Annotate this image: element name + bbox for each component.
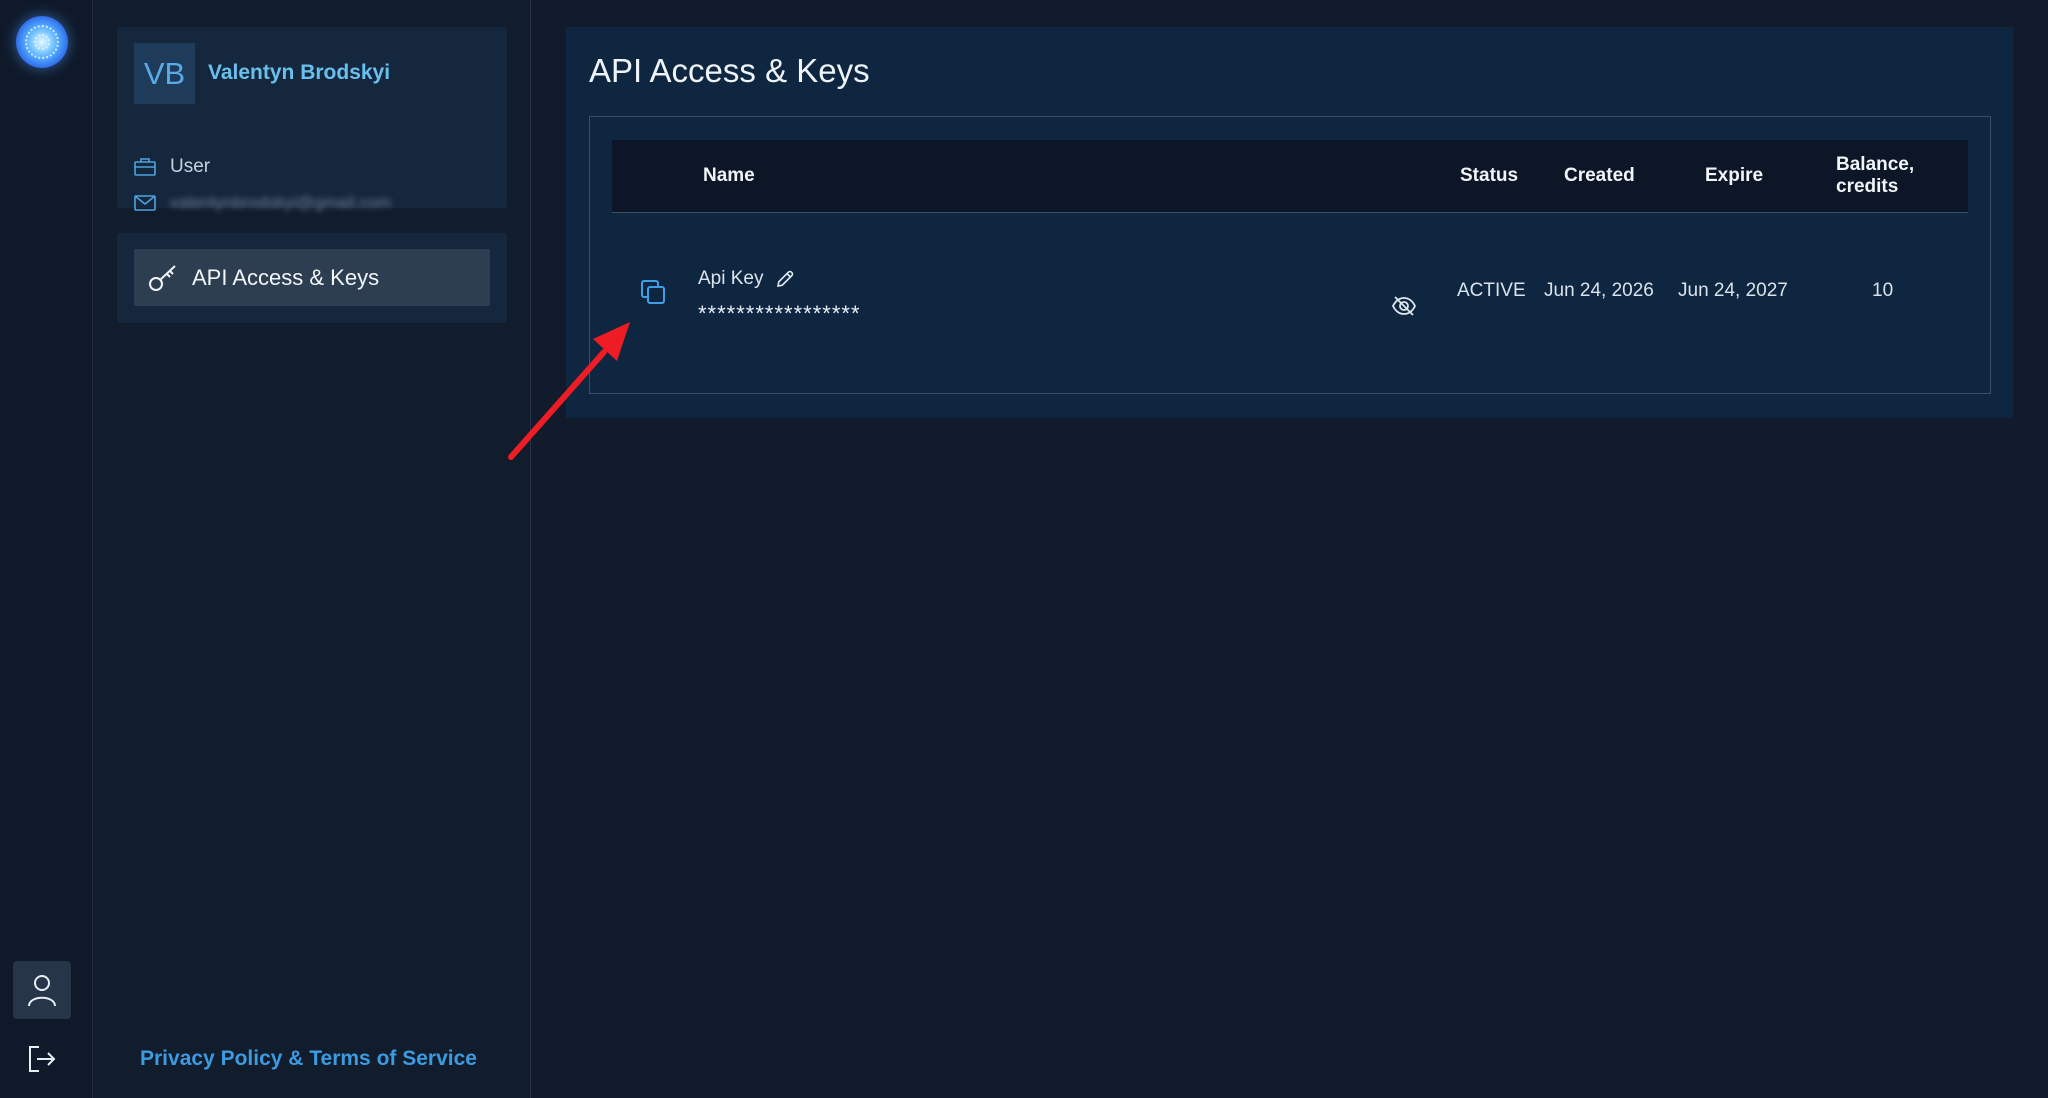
- balance-cell: 10: [1872, 280, 1894, 301]
- nav-card: API Access & Keys: [117, 233, 507, 323]
- pencil-icon[interactable]: [775, 269, 795, 289]
- masked-key: *****************: [698, 301, 861, 326]
- table-header: Name Status Created Expire Balance, cred…: [612, 140, 1968, 213]
- user-icon: [28, 975, 56, 1007]
- column-header-expire: Expire: [1705, 165, 1764, 186]
- user-card: VB Valentyn Brodskyi User valentynbrodsk…: [117, 27, 507, 212]
- user-email-row: valentynbrodskyi@gmail.com: [134, 193, 391, 213]
- key-name-cell: Api Key: [698, 268, 795, 290]
- privacy-terms-link[interactable]: Privacy Policy & Terms of Service: [140, 1047, 477, 1071]
- created-cell: Jun 24, 2026: [1544, 280, 1654, 301]
- column-header-status: Status: [1460, 165, 1519, 186]
- user-role: User: [170, 156, 211, 177]
- user-name: Valentyn Brodskyi: [208, 61, 391, 84]
- mail-icon: [134, 195, 156, 211]
- logout-icon: [29, 1046, 56, 1072]
- toggle-visibility-button[interactable]: [1390, 292, 1418, 320]
- column-header-name: Name: [703, 165, 755, 186]
- page-title: API Access & Keys: [589, 52, 870, 89]
- eye-off-icon: [1391, 296, 1417, 316]
- sidebar: VB Valentyn Brodskyi User valentynbrodsk…: [94, 0, 531, 1098]
- user-role-row: User: [134, 156, 210, 178]
- key-icon: [149, 264, 176, 291]
- column-header-created: Created: [1564, 165, 1635, 186]
- briefcase-icon: [134, 158, 156, 176]
- profile-button[interactable]: [13, 961, 71, 1019]
- user-email: valentynbrodskyi@gmail.com: [170, 193, 392, 212]
- sidebar-item-label: API Access & Keys: [192, 264, 380, 290]
- avatar: VB: [134, 43, 195, 104]
- app-root: VB Valentyn Brodskyi User valentynbrodsk…: [0, 0, 2048, 1098]
- column-header-balance: Balance, credits: [1836, 154, 1915, 197]
- icon-rail: [0, 0, 93, 1098]
- logout-button[interactable]: [13, 1030, 71, 1088]
- expire-cell: Jun 24, 2027: [1678, 280, 1788, 301]
- logo-icon[interactable]: [16, 16, 68, 68]
- sidebar-item-api-access-keys[interactable]: API Access & Keys: [134, 249, 490, 306]
- status-cell: ACTIVE: [1457, 280, 1526, 301]
- keys-table: Name Status Created Expire Balance, cred…: [589, 116, 1991, 394]
- copy-icon: [641, 280, 665, 304]
- main-panel: API Access & Keys Name Status Created Ex…: [566, 27, 2013, 418]
- copy-key-button[interactable]: [637, 276, 669, 308]
- key-name: Api Key: [698, 268, 764, 289]
